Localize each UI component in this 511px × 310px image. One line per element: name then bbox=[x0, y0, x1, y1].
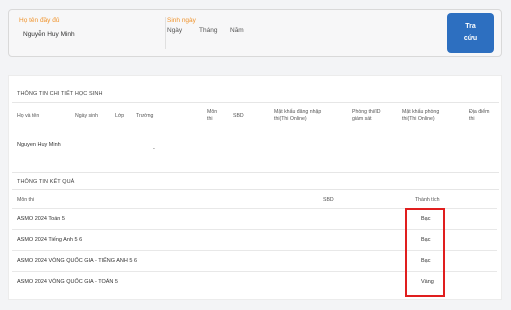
search-button-line1: Tra bbox=[465, 23, 476, 30]
col-location-line1: Địa điểm bbox=[469, 109, 490, 115]
result-subject: ASMO 2024 VÒNG QUỐC GIA - TOÁN 5 bbox=[17, 279, 118, 285]
col-name: Họ và tên bbox=[17, 113, 40, 119]
col-room-password: Mật khẩu phòng thi(Thi Online) bbox=[402, 109, 439, 123]
col-location: Địa điểm thi bbox=[469, 109, 489, 123]
month-select[interactable]: Tháng bbox=[199, 27, 217, 34]
student-info-title: THÔNG TIN CHI TIẾT HỌC SINH bbox=[17, 91, 103, 97]
results-title: THÔNG TIN KẾT QUẢ bbox=[17, 179, 75, 185]
result-subject: ASMO 2024 Toán 5 bbox=[17, 216, 65, 222]
col-room-password-line2: thi(Thi Online) bbox=[402, 116, 435, 122]
search-form: Họ tên đầy đủ Nguyễn Huy Minh Sinh ngày … bbox=[8, 9, 502, 57]
col-result-subject: Môn thi bbox=[17, 197, 35, 203]
col-result-award: Thành tích bbox=[415, 197, 440, 203]
col-login-password: Mật khẩu đăng nhập thi(Thi Online) bbox=[274, 109, 321, 123]
col-result-sbd: SBD bbox=[323, 197, 334, 203]
award-highlight-box bbox=[405, 208, 445, 297]
search-button-line2: cứu bbox=[463, 35, 478, 42]
divider bbox=[12, 172, 499, 173]
dob-label: Sinh ngày bbox=[167, 17, 196, 24]
result-subject: ASMO 2024 Tiếng Anh 5 6 bbox=[17, 237, 83, 243]
year-select[interactable]: Năm bbox=[230, 27, 244, 34]
col-subject-line2: thi bbox=[207, 116, 213, 122]
day-select[interactable]: Ngày bbox=[167, 27, 182, 34]
col-subject: Môn thi bbox=[207, 109, 217, 123]
col-room-line1: Phòng thi/ID bbox=[352, 109, 381, 115]
divider bbox=[12, 102, 499, 103]
col-subject-line1: Môn bbox=[207, 109, 218, 115]
col-login-password-line2: thi(Thi Online) bbox=[274, 116, 307, 122]
col-school: Trường bbox=[136, 113, 154, 119]
col-room-line2: giám sát bbox=[352, 116, 372, 122]
divider bbox=[12, 189, 499, 190]
col-room-password-line1: Mật khẩu phòng bbox=[402, 109, 440, 115]
col-room: Phòng thi/ID giám sát bbox=[352, 109, 381, 123]
student-name: Nguyen Huy Minh bbox=[17, 142, 61, 148]
fullname-input[interactable]: Nguyễn Huy Minh bbox=[23, 31, 75, 38]
col-dob: Ngày sinh bbox=[75, 113, 99, 119]
col-location-line2: thi bbox=[469, 116, 475, 122]
col-sbd: SBD bbox=[233, 113, 244, 119]
field-divider bbox=[165, 17, 166, 49]
col-login-password-line1: Mật khẩu đăng nhập bbox=[274, 109, 322, 115]
result-subject: ASMO 2024 VÒNG QUỐC GIA - TIẾNG ANH 5 6 bbox=[17, 258, 138, 264]
col-class: Lớp bbox=[115, 113, 125, 119]
search-button[interactable]: Tra cứu bbox=[447, 13, 494, 53]
fullname-label: Họ tên đầy đủ bbox=[19, 17, 60, 24]
student-school: - bbox=[153, 146, 155, 152]
